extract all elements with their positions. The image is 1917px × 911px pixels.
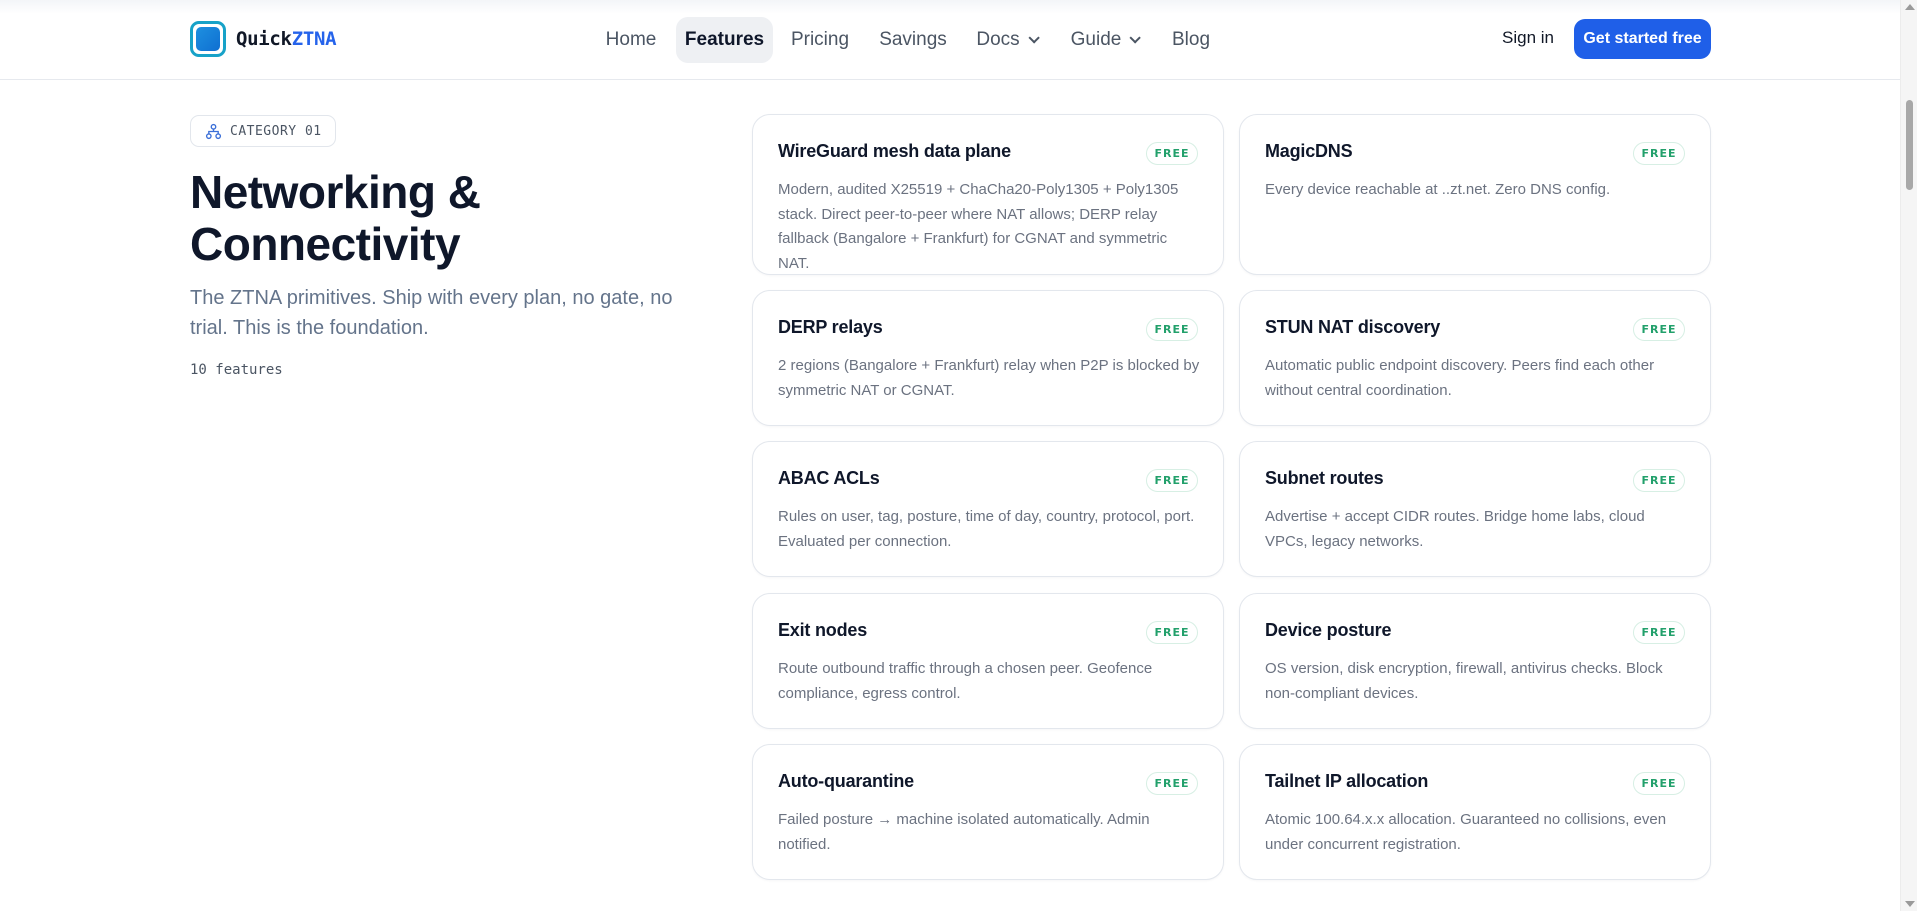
feature-title: STUN NAT discovery (1265, 317, 1441, 337)
nav-docs-label: Docs (976, 29, 1020, 50)
feature-description: Rules on user, tag, posture, time of day… (778, 508, 1195, 550)
feature-card: Tailnet IP allocation FREE Atomic 100.64… (1239, 744, 1711, 880)
feature-description: Modern, audited X25519 + ChaCha20-Poly13… (778, 181, 1179, 272)
feature-description: Advertise + accept CIDR routes. Bridge h… (1265, 508, 1645, 550)
hierarchy-icon (205, 123, 222, 139)
feature-title: MagicDNS (1265, 141, 1353, 161)
feature-card: STUN NAT discovery FREE Automatic public… (1239, 290, 1711, 426)
chevron-down-icon (1028, 32, 1040, 44)
free-badge: FREE (1146, 469, 1198, 492)
feature-description: 2 regions (Bangalore + Frankfurt) relay … (778, 357, 1200, 399)
free-badge: FREE (1633, 142, 1685, 165)
feature-count: 10 features (190, 362, 283, 378)
category-description: The ZTNA primitives. Ship with every pla… (190, 287, 673, 339)
free-badge: FREE (1146, 772, 1198, 795)
feature-description: Route outbound traffic through a chosen … (778, 660, 1153, 702)
feature-card: WireGuard mesh data plane FREE Modern, a… (752, 114, 1224, 275)
feature-card: ABAC ACLs FREE Rules on user, tag, postu… (752, 441, 1224, 577)
chevron-down-icon (1129, 32, 1142, 44)
free-badge: FREE (1633, 469, 1685, 492)
nav-guide-label: Guide (1070, 29, 1122, 50)
feature-card: MagicDNS FREE Every device reachable at … (1239, 114, 1711, 275)
feature-description: OS version, disk encryption, firewall, a… (1265, 660, 1663, 702)
feature-title: WireGuard mesh data plane (778, 141, 1011, 161)
free-badge: FREE (1633, 772, 1685, 795)
free-badge: FREE (1633, 318, 1685, 341)
get-started-button[interactable]: Get started free (1574, 19, 1711, 59)
free-badge: FREE (1146, 621, 1198, 644)
nav-features[interactable]: Features (676, 17, 773, 63)
feature-title: Tailnet IP allocation (1265, 771, 1429, 791)
scroll-down-icon[interactable] (1905, 901, 1915, 907)
feature-card: Device posture FREE OS version, disk enc… (1239, 593, 1711, 729)
nav-blog[interactable]: Blog (1166, 17, 1216, 63)
page-scrollbar[interactable] (1900, 0, 1917, 911)
feature-description: Every device reachable at ..zt.net. Zero… (1265, 181, 1611, 198)
feature-title: ABAC ACLs (778, 468, 880, 488)
feature-description: Automatic public endpoint discovery. Pee… (1265, 357, 1655, 399)
free-badge: FREE (1633, 621, 1685, 644)
scroll-thumb[interactable] (1906, 100, 1913, 190)
feature-title: Exit nodes (778, 620, 868, 640)
sign-in-link[interactable]: Sign in (1502, 28, 1554, 48)
nav-savings[interactable]: Savings (872, 17, 954, 63)
feature-title: Subnet routes (1265, 468, 1384, 488)
nav-guide[interactable]: Guide (1064, 17, 1144, 63)
feature-title: DERP relays (778, 317, 883, 337)
nav-pricing[interactable]: Pricing (782, 17, 858, 63)
nav-docs[interactable]: Docs (970, 17, 1042, 63)
feature-card: Subnet routes FREE Advertise + accept CI… (1239, 441, 1711, 577)
free-badge: FREE (1146, 318, 1198, 341)
feature-title: Device posture (1265, 620, 1392, 640)
scroll-up-icon[interactable] (1905, 4, 1915, 10)
feature-card: DERP relays FREE 2 regions (Bangalore + … (752, 290, 1224, 426)
feature-description: Failed posture → machine isolated automa… (778, 811, 1150, 853)
category-badge: CATEGORY 01 (190, 115, 336, 147)
category-badge-label: CATEGORY 01 (230, 123, 322, 139)
feature-card: Auto-quarantine FREE Failed posture → ma… (752, 744, 1224, 880)
free-badge: FREE (1146, 142, 1198, 165)
feature-title: Auto-quarantine (778, 771, 914, 791)
nav-home[interactable]: Home (596, 17, 666, 63)
top-navbar: QuickZTNA Home Features Pricing Savings … (0, 0, 1900, 80)
category-title: Networking & Connectivity (190, 166, 481, 270)
feature-card: Exit nodes FREE Route outbound traffic t… (752, 593, 1224, 729)
feature-description: Atomic 100.64.x.x allocation. Guaranteed… (1265, 811, 1667, 853)
